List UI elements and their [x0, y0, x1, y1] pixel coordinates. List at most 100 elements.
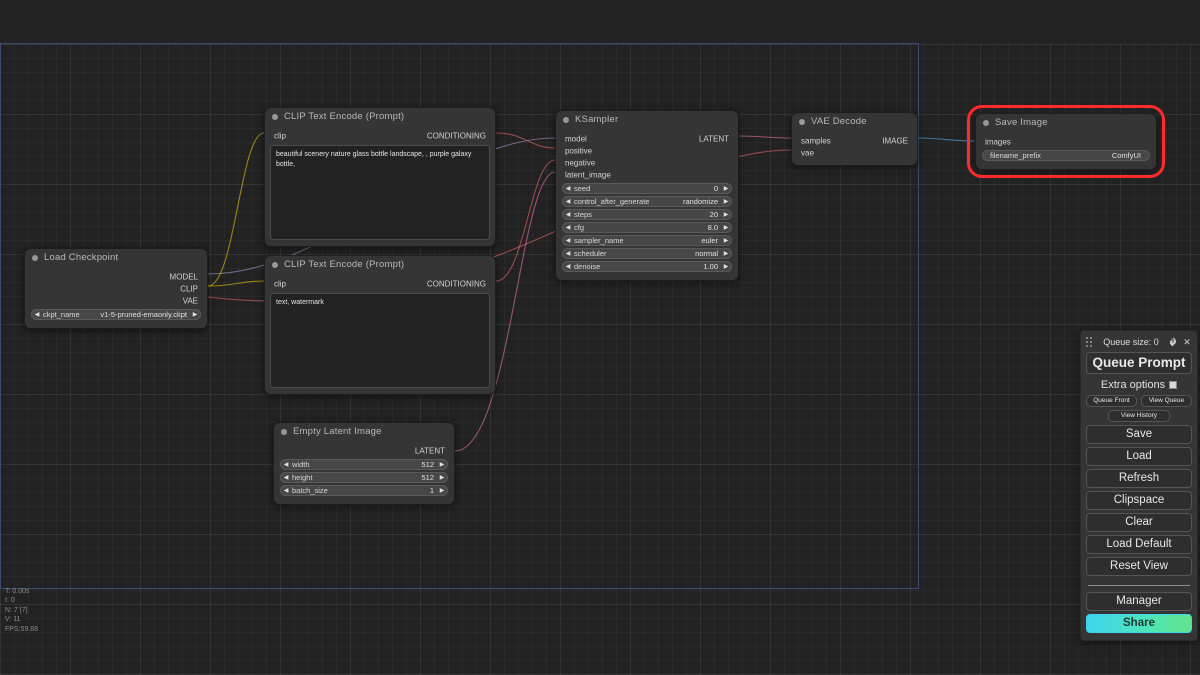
- node-load-checkpoint[interactable]: Load Checkpoint MODEL CLIP VAE ◀ ckpt_na…: [24, 248, 208, 329]
- node-title-bar[interactable]: Empty Latent Image: [274, 423, 454, 440]
- slot-row-clip-conditioning[interactable]: clip CONDITIONING: [265, 130, 495, 142]
- increment-arrow-icon[interactable]: ▶: [721, 224, 731, 231]
- decrement-arrow-icon[interactable]: ◀: [32, 311, 42, 318]
- view-history-button[interactable]: View History: [1108, 410, 1170, 422]
- increment-arrow-icon[interactable]: ▶: [721, 263, 731, 270]
- decrement-arrow-icon[interactable]: ◀: [563, 250, 573, 257]
- widget-width[interactable]: ◀ width 512 ▶: [280, 459, 448, 470]
- output-slot-clip[interactable]: CLIP: [25, 283, 207, 295]
- output-slot-latent[interactable]: LATENT: [274, 445, 454, 457]
- collapse-dot-icon[interactable]: [272, 113, 278, 120]
- widget-height[interactable]: ◀ height 512 ▶: [280, 472, 448, 483]
- input-slot-label: clip: [274, 131, 287, 141]
- decrement-arrow-icon[interactable]: ◀: [281, 487, 291, 494]
- increment-arrow-icon[interactable]: ▶: [437, 474, 447, 481]
- widget-label: scheduler: [574, 249, 607, 258]
- extra-options-checkbox[interactable]: [1169, 381, 1178, 389]
- node-clip-text-encode-positive[interactable]: CLIP Text Encode (Prompt) clip CONDITION…: [264, 107, 496, 247]
- collapse-dot-icon[interactable]: [272, 261, 278, 268]
- reset-view-button[interactable]: Reset View: [1086, 557, 1192, 576]
- increment-arrow-icon[interactable]: ▶: [721, 185, 731, 192]
- drag-handle-icon[interactable]: [1086, 337, 1093, 347]
- clear-button[interactable]: Clear: [1086, 513, 1192, 532]
- output-slot-model[interactable]: MODEL: [25, 271, 207, 283]
- decrement-arrow-icon[interactable]: ◀: [563, 224, 573, 231]
- slot-row-model-latent[interactable]: model LATENT: [556, 133, 738, 145]
- decrement-arrow-icon[interactable]: ◀: [563, 211, 573, 218]
- node-title-bar[interactable]: CLIP Text Encode (Prompt): [265, 256, 495, 273]
- close-icon[interactable]: ✕: [1182, 337, 1192, 347]
- widget-filename-prefix[interactable]: filename_prefix ComfyUI: [982, 150, 1150, 161]
- increment-arrow-icon[interactable]: ▶: [721, 237, 731, 244]
- input-slot-vae[interactable]: vae: [792, 147, 917, 159]
- queue-front-button[interactable]: Queue Front: [1086, 395, 1137, 407]
- queue-prompt-button[interactable]: Queue Prompt: [1086, 352, 1192, 374]
- comfy-menu-panel[interactable]: Queue size: 0 ✕ Queue Prompt Extra optio…: [1080, 330, 1198, 641]
- prompt-textarea[interactable]: beautiful scenery nature glass bottle la…: [270, 145, 490, 240]
- widget-ckpt-name[interactable]: ◀ ckpt_name v1-5-pruned-emaonly.ckpt ▶: [31, 309, 201, 320]
- refresh-button[interactable]: Refresh: [1086, 469, 1192, 488]
- node-clip-text-encode-negative[interactable]: CLIP Text Encode (Prompt) clip CONDITION…: [264, 255, 496, 395]
- widget-denoise[interactable]: ◀ denoise 1.00 ▶: [562, 261, 732, 272]
- node-title-bar[interactable]: CLIP Text Encode (Prompt): [265, 108, 495, 125]
- view-queue-button[interactable]: View Queue: [1141, 395, 1192, 407]
- node-vae-decode[interactable]: VAE Decode samples IMAGE vae: [791, 112, 918, 166]
- collapse-dot-icon[interactable]: [799, 118, 805, 125]
- input-slot-label: model: [565, 134, 587, 144]
- load-button[interactable]: Load: [1086, 447, 1192, 466]
- decrement-arrow-icon[interactable]: ◀: [281, 461, 291, 468]
- increment-arrow-icon[interactable]: ▶: [190, 311, 200, 318]
- input-slot-negative[interactable]: negative: [556, 157, 738, 169]
- node-title-bar[interactable]: Save Image: [976, 114, 1156, 131]
- node-ksampler[interactable]: KSampler model LATENT positive negative: [555, 110, 739, 281]
- node-graph-canvas[interactable]: Load Checkpoint MODEL CLIP VAE ◀ ckpt_na…: [0, 0, 1200, 675]
- increment-arrow-icon[interactable]: ▶: [437, 487, 447, 494]
- save-button[interactable]: Save: [1086, 425, 1192, 444]
- collapse-dot-icon[interactable]: [563, 116, 569, 123]
- collapse-dot-icon[interactable]: [983, 119, 989, 126]
- input-slot-latent-image[interactable]: latent_image: [556, 169, 738, 181]
- input-slot-positive[interactable]: positive: [556, 145, 738, 157]
- input-slot-images[interactable]: images: [976, 136, 1156, 148]
- increment-arrow-icon[interactable]: ▶: [721, 250, 731, 257]
- widget-steps[interactable]: ◀ steps 20 ▶: [562, 209, 732, 220]
- collapse-dot-icon[interactable]: [32, 254, 38, 261]
- decrement-arrow-icon[interactable]: ◀: [281, 474, 291, 481]
- output-slot-vae[interactable]: VAE: [25, 295, 207, 307]
- node-empty-latent-image[interactable]: Empty Latent Image LATENT ◀ width 512 ▶ …: [273, 422, 455, 505]
- node-body: clip CONDITIONING text, watermark: [265, 273, 495, 394]
- node-save-image[interactable]: Save Image images filename_prefix ComfyU…: [967, 105, 1165, 178]
- share-button[interactable]: Share: [1086, 614, 1192, 633]
- slot-row-clip-conditioning[interactable]: clip CONDITIONING: [265, 278, 495, 290]
- prompt-textarea[interactable]: text, watermark: [270, 293, 490, 388]
- manager-button[interactable]: Manager: [1086, 592, 1192, 611]
- node-title-text: Load Checkpoint: [44, 252, 119, 263]
- input-slot-label: negative: [565, 158, 596, 168]
- widget-batch-size[interactable]: ◀ batch_size 1 ▶: [280, 485, 448, 496]
- increment-arrow-icon[interactable]: ▶: [437, 461, 447, 468]
- load-default-button[interactable]: Load Default: [1086, 535, 1192, 554]
- increment-arrow-icon[interactable]: ▶: [721, 211, 731, 218]
- queue-size-label: Queue size: 0: [1103, 337, 1159, 347]
- node-title-text: Empty Latent Image: [293, 426, 382, 437]
- decrement-arrow-icon[interactable]: ◀: [563, 263, 573, 270]
- decrement-arrow-icon[interactable]: ◀: [563, 198, 573, 205]
- widget-cfg[interactable]: ◀ cfg 8.0 ▶: [562, 222, 732, 233]
- increment-arrow-icon[interactable]: ▶: [721, 198, 731, 205]
- node-title-bar[interactable]: VAE Decode: [792, 113, 917, 130]
- extra-options-row[interactable]: Extra options: [1086, 379, 1192, 391]
- node-title-bar[interactable]: KSampler: [556, 111, 738, 128]
- menu-header[interactable]: Queue size: 0 ✕: [1086, 335, 1192, 349]
- widget-scheduler[interactable]: ◀ scheduler normal ▶: [562, 248, 732, 259]
- output-slot-label: LATENT: [698, 134, 729, 144]
- node-title-bar[interactable]: Load Checkpoint: [25, 249, 207, 266]
- clipspace-button[interactable]: Clipspace: [1086, 491, 1192, 510]
- collapse-dot-icon[interactable]: [281, 428, 287, 435]
- widget-sampler-name[interactable]: ◀ sampler_name euler ▶: [562, 235, 732, 246]
- widget-control-after-generate[interactable]: ◀ control_after_generate randomize ▶: [562, 196, 732, 207]
- decrement-arrow-icon[interactable]: ◀: [563, 185, 573, 192]
- gear-icon[interactable]: [1168, 337, 1178, 347]
- widget-seed[interactable]: ◀ seed 0 ▶: [562, 183, 732, 194]
- decrement-arrow-icon[interactable]: ◀: [563, 237, 573, 244]
- slot-row-samples-image[interactable]: samples IMAGE: [792, 135, 917, 147]
